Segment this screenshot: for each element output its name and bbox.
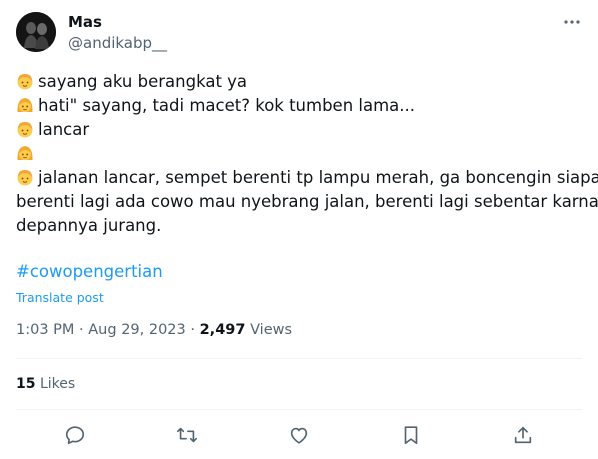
hashtag-link[interactable]: #cowopengertian — [16, 262, 163, 281]
divider — [16, 358, 582, 359]
girl-emoji-icon — [17, 98, 33, 112]
post-time[interactable]: 1:03 PM — [16, 322, 74, 338]
boy-emoji-icon — [17, 122, 33, 138]
tweet-line: sayang aku berangkat ya — [16, 70, 582, 94]
like-icon[interactable] — [288, 424, 310, 446]
more-options-icon[interactable] — [562, 12, 582, 32]
tweet-line-text: jalanan lancar, sempet berenti tp lampu … — [38, 168, 598, 187]
tweet-line: hati" sayang, tadi macet? kok tumben lam… — [16, 94, 582, 118]
divider — [16, 409, 582, 410]
tweet-text: sayang aku berangkat ya hati" sayang, ta… — [16, 70, 598, 238]
boy-emoji-icon — [17, 170, 33, 186]
boy-emoji-icon — [17, 74, 33, 90]
tweet-line: berenti lagi ada cowo mau nyebrang jalan… — [16, 192, 598, 211]
tweet-header: Mas @andikabp__ — [16, 12, 582, 56]
tweet-line-text: lancar — [38, 120, 90, 139]
avatar-photo — [16, 12, 56, 52]
tweet-line-text: sayang aku berangkat ya — [38, 72, 248, 91]
post-date[interactable]: Aug 29, 2023 — [88, 322, 186, 338]
views-label: Views — [250, 322, 293, 338]
meta-separator: · — [190, 322, 195, 338]
translate-post-link[interactable]: Translate post — [16, 290, 104, 305]
share-icon[interactable] — [512, 424, 534, 446]
tweet-meta: 1:03 PM · Aug 29, 2023 · 2,497 Views — [16, 322, 292, 338]
views-count: 2,497 — [199, 322, 246, 338]
tweet-line — [16, 142, 582, 166]
girl-emoji-icon — [17, 146, 33, 160]
likes-count: 15 — [16, 376, 36, 392]
action-bar — [16, 420, 582, 452]
bookmark-icon[interactable] — [400, 424, 422, 446]
likes-stat[interactable]: 15 Likes — [16, 376, 75, 392]
meta-separator: · — [79, 322, 84, 338]
retweet-icon[interactable] — [176, 424, 198, 446]
tweet-line: depannya jurang. — [16, 216, 162, 235]
reply-icon[interactable] — [64, 424, 86, 446]
tweet-line-text: hati" sayang, tadi macet? kok tumben lam… — [38, 96, 416, 115]
likes-label: Likes — [39, 376, 76, 392]
tweet-line: jalanan lancar, sempet berenti tp lampu … — [16, 166, 598, 190]
display-name[interactable]: Mas — [68, 13, 102, 31]
avatar[interactable] — [16, 12, 56, 52]
user-handle[interactable]: @andikabp__ — [68, 34, 167, 52]
tweet-line: lancar — [16, 118, 582, 142]
